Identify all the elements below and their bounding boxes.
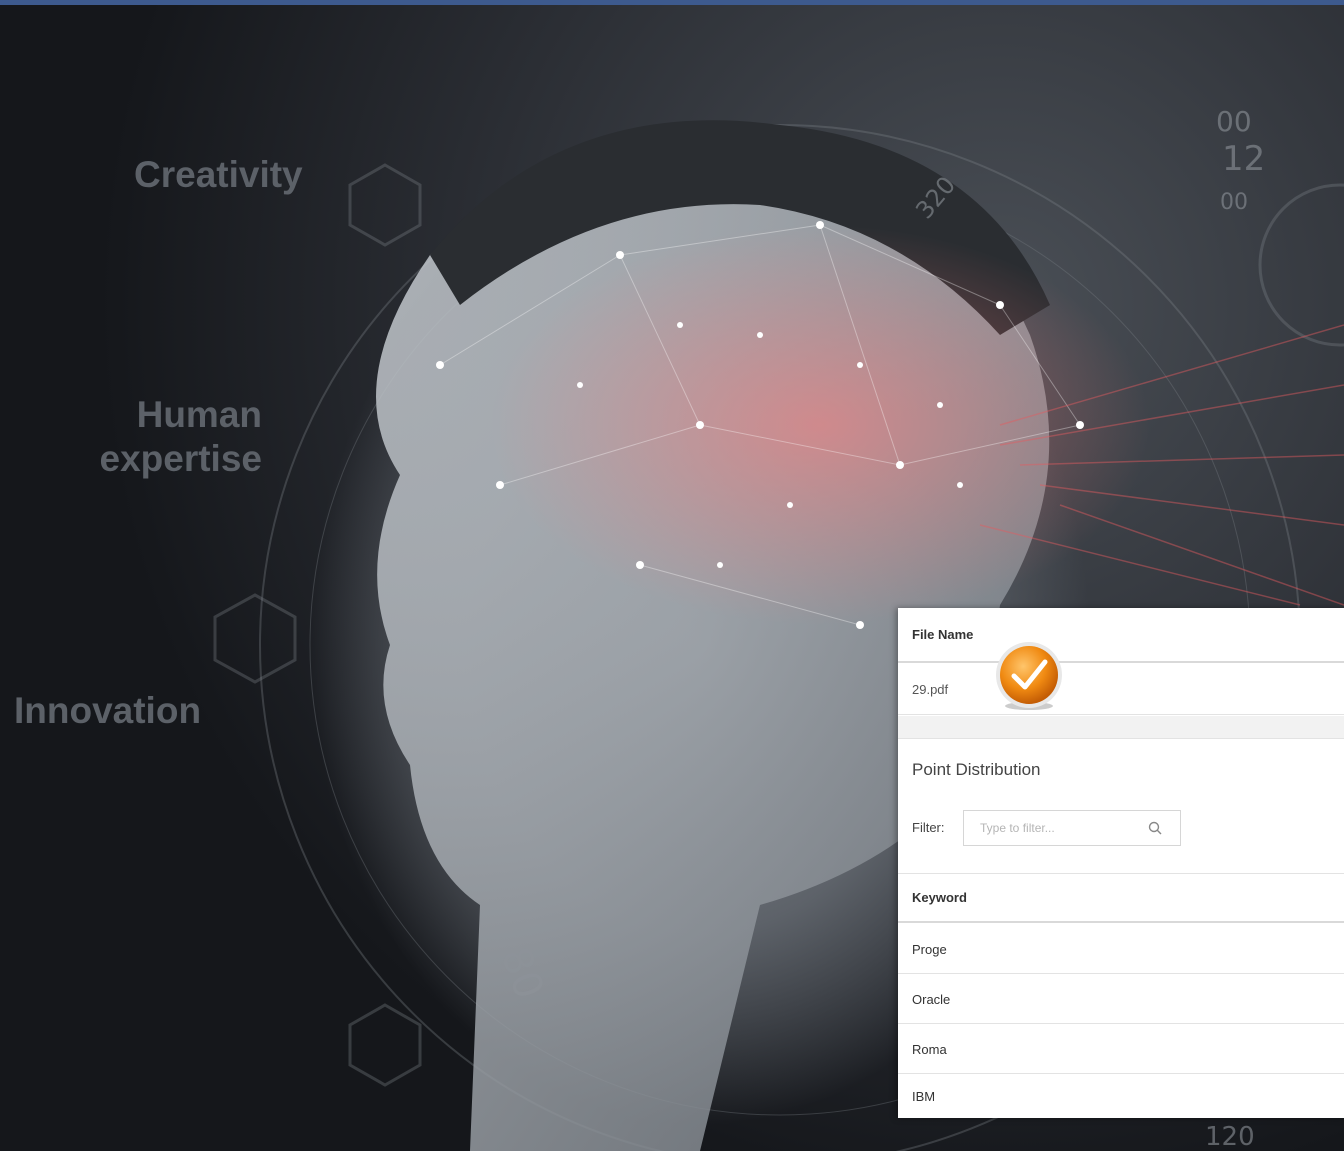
tagline-innovation: Innovation — [14, 690, 202, 731]
hud-number-1: 00 — [1216, 105, 1252, 138]
table-row[interactable]: Oracle — [898, 975, 1344, 1024]
file-name-row[interactable]: 29.pdf — [898, 665, 1344, 715]
file-name-header-label: File Name — [912, 627, 974, 642]
keyword-cell: Oracle — [912, 991, 951, 1007]
filter-field[interactable] — [963, 810, 1181, 846]
keyword-header-label: Keyword — [912, 890, 967, 905]
keyword-column-header[interactable]: Keyword — [898, 873, 1344, 923]
keyword-cell: Roma — [912, 1041, 947, 1057]
filter-input[interactable] — [978, 820, 1142, 836]
point-distribution-title: Point Distribution — [912, 760, 1041, 779]
search-icon[interactable] — [1148, 821, 1162, 840]
hud-number-6: 120 — [1205, 1122, 1255, 1151]
hud-number-3: 00 — [1220, 190, 1248, 215]
panel-divider — [898, 716, 1344, 739]
tagline-human-expertise: Human expertise — [99, 394, 263, 479]
keyword-cell: IBM — [912, 1089, 936, 1104]
orange-checkmark-icon — [993, 640, 1065, 712]
table-row[interactable]: Proge — [898, 925, 1344, 974]
file-info-panel: File Name 29.pdf Point Distribution Filt… — [898, 608, 1344, 1118]
keyword-cell: Proge — [912, 941, 947, 957]
tagline-creativity: Creativity — [134, 154, 303, 195]
table-row[interactable]: Roma — [898, 1025, 1344, 1074]
table-row[interactable]: IBM — [898, 1075, 1344, 1118]
hud-number-2: 12 — [1222, 139, 1265, 179]
file-name-value: 29.pdf — [912, 682, 949, 697]
filter-label: Filter: — [912, 820, 945, 835]
file-name-column-header[interactable]: File Name — [898, 608, 1344, 663]
